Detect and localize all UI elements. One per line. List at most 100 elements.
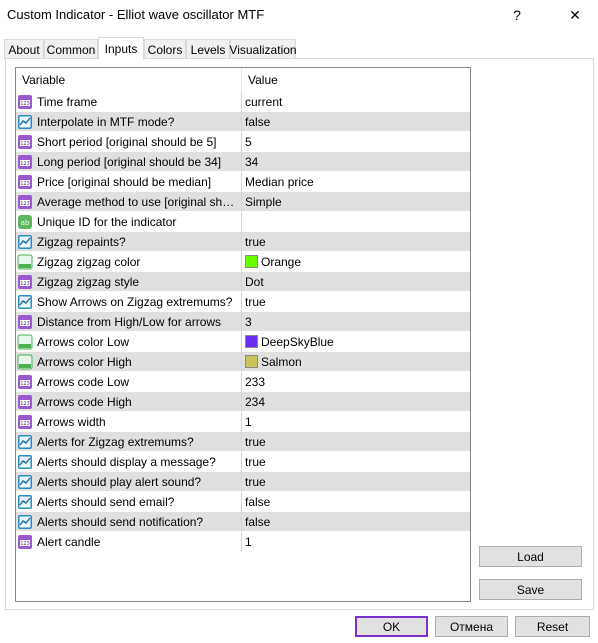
value-text: 3 <box>245 315 252 329</box>
table-row[interactable]: 123 Price [original should be median] Medi… <box>16 172 470 192</box>
value-cell[interactable]: true <box>242 432 470 452</box>
value-text: false <box>245 495 271 509</box>
value-text: 5 <box>245 135 252 149</box>
value-cell[interactable]: Median price <box>242 172 470 192</box>
inputs-grid: Variable Value 123 Time frame current Inter… <box>15 67 471 602</box>
window-title: Custom Indicator - Elliot wave oscillato… <box>7 7 265 22</box>
value-cell[interactable]: 1 <box>242 532 470 552</box>
table-row[interactable]: Show Arrows on Zigzag extremums? true <box>16 292 470 312</box>
variable-name: Distance from High/Low for arrows <box>37 315 222 329</box>
variable-cell: 123 Long period [original should be 34] <box>16 152 242 172</box>
value-cell[interactable]: true <box>242 452 470 472</box>
svg-text:ab: ab <box>21 219 30 227</box>
variable-name: Arrows color High <box>37 355 132 369</box>
table-row[interactable]: 123 Long period [original should be 34] 34 <box>16 152 470 172</box>
value-text: true <box>245 455 266 469</box>
value-cell[interactable]: Simple <box>242 192 470 212</box>
variable-name: Zigzag zigzag color <box>37 255 141 269</box>
svg-text:123: 123 <box>20 101 30 107</box>
variable-cell: 123 Time frame <box>16 92 242 112</box>
value-cell[interactable]: 234 <box>242 392 470 412</box>
value-cell[interactable]: 3 <box>242 312 470 332</box>
table-row[interactable]: Alerts should play alert sound? true <box>16 472 470 492</box>
table-row[interactable]: Alerts for Zigzag extremums? true <box>16 432 470 452</box>
value-cell[interactable]: true <box>242 232 470 252</box>
value-cell[interactable] <box>242 212 470 232</box>
table-row[interactable]: Alerts should send email? false <box>16 492 470 512</box>
variable-cell: 123 Average method to use [original shoul… <box>16 192 242 212</box>
cancel-button[interactable]: Отмена <box>435 616 508 637</box>
table-row[interactable]: 123 Distance from High/Low for arrows 3 <box>16 312 470 332</box>
tab-inputs[interactable]: Inputs <box>98 37 144 60</box>
bool-icon <box>17 114 33 130</box>
value-cell[interactable]: 1 <box>242 412 470 432</box>
value-cell[interactable]: false <box>242 512 470 532</box>
table-row[interactable]: 123 Arrows code Low 233 <box>16 372 470 392</box>
tab-colors[interactable]: Colors <box>144 39 186 59</box>
value-cell[interactable]: false <box>242 112 470 132</box>
help-button[interactable]: ? <box>494 0 540 30</box>
table-row[interactable]: 123 Alert candle 1 <box>16 532 470 552</box>
table-row[interactable]: 123 Average method to use [original shoul… <box>16 192 470 212</box>
table-row[interactable]: 123 Zigzag zigzag style Dot <box>16 272 470 292</box>
variable-cell: Show Arrows on Zigzag extremums? <box>16 292 242 312</box>
variable-cell: 123 Arrows width <box>16 412 242 432</box>
table-row[interactable]: 123 Arrows code High 234 <box>16 392 470 412</box>
tab-visualization[interactable]: Visualization <box>229 39 297 59</box>
table-row[interactable]: 123 Arrows width 1 <box>16 412 470 432</box>
column-header-value[interactable]: Value <box>242 68 470 92</box>
value-cell[interactable]: 5 <box>242 132 470 152</box>
variable-name: Average method to use [original should b… <box>37 195 239 209</box>
int-icon: 123 <box>17 414 33 430</box>
color-icon <box>17 254 33 270</box>
value-text: false <box>245 515 271 529</box>
reset-button[interactable]: Reset <box>515 616 590 637</box>
save-button[interactable]: Save <box>479 579 582 600</box>
value-cell[interactable]: Dot <box>242 272 470 292</box>
tab-about[interactable]: About <box>4 39 44 59</box>
table-row[interactable]: Interpolate in MTF mode? false <box>16 112 470 132</box>
value-text: 34 <box>245 155 259 169</box>
color-icon <box>17 354 33 370</box>
variable-name: Zigzag zigzag style <box>37 275 140 289</box>
variable-cell: Arrows color Low <box>16 332 242 352</box>
variable-cell: 123 Alert candle <box>16 532 242 552</box>
variable-cell: Alerts should play alert sound? <box>16 472 242 492</box>
variable-cell: Alerts should send email? <box>16 492 242 512</box>
table-row[interactable]: Alerts should send notification? false <box>16 512 470 532</box>
value-cell[interactable]: DeepSkyBlue <box>242 332 470 352</box>
ok-button[interactable]: OK <box>355 616 428 637</box>
value-cell[interactable]: 233 <box>242 372 470 392</box>
value-cell[interactable]: Orange <box>242 252 470 272</box>
value-cell[interactable]: 34 <box>242 152 470 172</box>
tab-common[interactable]: Common <box>44 39 98 59</box>
column-header-variable[interactable]: Variable <box>16 68 242 92</box>
close-button[interactable]: ✕ <box>552 0 598 30</box>
svg-text:123: 123 <box>20 541 30 547</box>
variable-name: Alerts should send notification? <box>37 515 204 529</box>
value-cell[interactable]: true <box>242 472 470 492</box>
table-row[interactable]: Arrows color High Salmon <box>16 352 470 372</box>
value-cell[interactable]: true <box>242 292 470 312</box>
value-text: true <box>245 235 266 249</box>
table-row[interactable]: 123 Time frame current <box>16 92 470 112</box>
int-icon: 123 <box>17 394 33 410</box>
table-row[interactable]: Zigzag repaints? true <box>16 232 470 252</box>
table-row[interactable]: ab Unique ID for the indicator <box>16 212 470 232</box>
value-cell[interactable]: false <box>242 492 470 512</box>
bool-icon <box>17 514 33 530</box>
variable-name: Unique ID for the indicator <box>37 215 177 229</box>
table-row[interactable]: Alerts should display a message? true <box>16 452 470 472</box>
table-row[interactable]: Zigzag zigzag color Orange <box>16 252 470 272</box>
variable-cell: 123 Arrows code High <box>16 392 242 412</box>
bool-icon <box>17 294 33 310</box>
bool-icon <box>17 434 33 450</box>
grid-rows: 123 Time frame current Interpolate in MTF m… <box>16 92 470 552</box>
table-row[interactable]: Arrows color Low DeepSkyBlue <box>16 332 470 352</box>
table-row[interactable]: 123 Short period [original should be 5] 5 <box>16 132 470 152</box>
color-swatch <box>245 355 258 368</box>
value-cell[interactable]: current <box>242 92 470 112</box>
tab-levels[interactable]: Levels <box>186 39 230 59</box>
value-cell[interactable]: Salmon <box>242 352 470 372</box>
load-button[interactable]: Load <box>479 546 582 567</box>
